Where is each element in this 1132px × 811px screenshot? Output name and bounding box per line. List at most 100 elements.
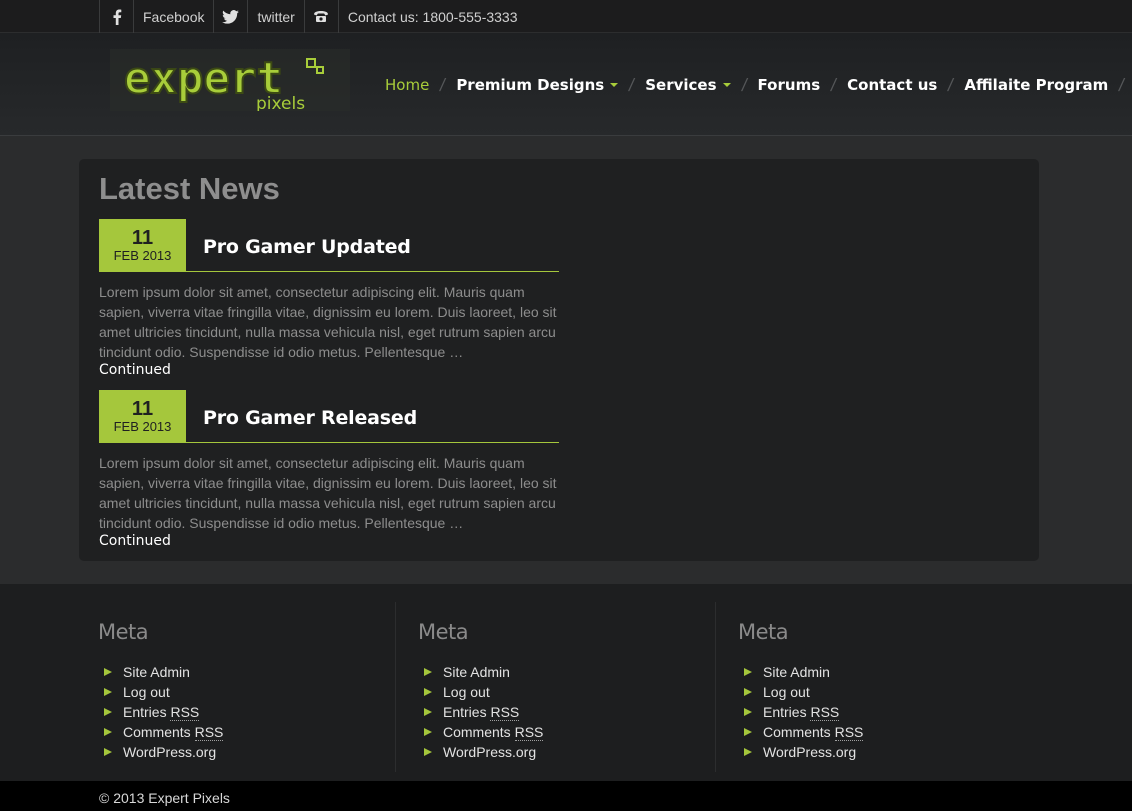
list-item[interactable]: Comments RSS — [744, 722, 864, 742]
comments-rss-link[interactable]: Comments — [443, 724, 511, 740]
rss-abbr: RSS — [194, 723, 224, 741]
twitter-icon[interactable] — [213, 0, 247, 33]
nav-divider: / — [829, 74, 838, 95]
main-navigation: Home / Premium Designs / Services / Foru… — [380, 73, 1130, 97]
list-item: Site Admin — [104, 662, 223, 682]
nav-contact-us[interactable]: Contact us — [842, 76, 942, 94]
list-item[interactable]: Entries RSS — [424, 702, 543, 722]
log-out-link[interactable]: Log out — [443, 684, 490, 700]
site-logo[interactable]: expert pixels — [110, 49, 350, 114]
rss-abbr: RSS — [810, 703, 840, 721]
contact-phone: Contact us: 1800-555-3333 — [337, 0, 527, 33]
meta-list: Site Admin Log out Entries RSS Comments … — [744, 662, 864, 762]
bullet-arrow-icon — [424, 688, 432, 696]
site-admin-link[interactable]: Site Admin — [123, 664, 190, 680]
footer-widgets: Meta Site Admin Log out Entries RSS Comm… — [0, 584, 1132, 781]
post-title-link[interactable]: Pro Gamer Released — [203, 407, 417, 429]
list-item: Log out — [424, 682, 543, 702]
bullet-arrow-icon — [744, 728, 752, 736]
bullet-arrow-icon — [424, 728, 432, 736]
list-item[interactable]: Comments RSS — [104, 722, 224, 742]
post-month: FEB 2013 — [113, 248, 172, 263]
copyright-bar: © 2013 Expert Pixels — [0, 781, 1132, 811]
facebook-link[interactable]: Facebook — [133, 0, 213, 33]
site-header: expert pixels Home / Premium Designs / S… — [0, 33, 1132, 136]
list-item: Site Admin — [424, 662, 543, 682]
nav-divider: / — [627, 74, 637, 95]
nav-divider: / — [739, 74, 749, 95]
list-item[interactable]: Entries RSS — [104, 702, 223, 722]
social-links: Facebook twitter Contact us: 1800-555-33… — [99, 0, 527, 33]
rss-abbr: RSS — [490, 703, 520, 721]
wordpress-link[interactable]: WordPress.org — [443, 744, 536, 760]
bullet-arrow-icon — [744, 688, 752, 696]
bullet-arrow-icon — [424, 668, 432, 676]
bullet-arrow-icon — [744, 708, 752, 716]
post-date-badge: 11 FEB 2013 — [99, 390, 186, 443]
caret-down-icon — [610, 83, 619, 87]
nav-home[interactable]: Home — [380, 76, 434, 94]
nav-divider: / — [438, 74, 448, 95]
list-item: WordPress.org — [744, 742, 863, 762]
post-title-underline — [186, 271, 559, 272]
bullet-arrow-icon — [104, 748, 112, 756]
bullet-arrow-icon — [104, 728, 112, 736]
log-out-link[interactable]: Log out — [123, 684, 170, 700]
entries-rss-link[interactable]: Entries — [123, 704, 167, 720]
top-bar: Facebook twitter Contact us: 1800-555-33… — [0, 0, 1132, 33]
svg-text:pixels: pixels — [256, 94, 305, 111]
log-out-link[interactable]: Log out — [763, 684, 810, 700]
page-title: Latest News — [99, 171, 280, 206]
caret-down-icon — [722, 83, 731, 87]
nav-affiliate-program[interactable]: Affilaite Program — [959, 76, 1113, 94]
continued-link[interactable]: Continued — [99, 362, 171, 378]
list-item: WordPress.org — [424, 742, 543, 762]
post-day: 11 — [131, 227, 154, 249]
footer-widget-meta: Meta Site Admin Log out Entries RSS Comm… — [738, 602, 1036, 772]
bullet-arrow-icon — [104, 688, 112, 696]
bullet-arrow-icon — [744, 668, 752, 676]
nav-divider: / — [946, 74, 956, 95]
list-item[interactable]: Entries RSS — [744, 702, 863, 722]
site-admin-link[interactable]: Site Admin — [763, 664, 830, 680]
comments-rss-link[interactable]: Comments — [763, 724, 831, 740]
rss-abbr: RSS — [834, 723, 864, 741]
nav-services[interactable]: Services — [640, 76, 735, 94]
twitter-link[interactable]: twitter — [247, 0, 303, 33]
rss-abbr: RSS — [514, 723, 544, 741]
bullet-arrow-icon — [744, 748, 752, 756]
list-item[interactable]: Comments RSS — [424, 722, 544, 742]
post-month: FEB 2013 — [113, 419, 172, 434]
footer-widget-meta: Meta Site Admin Log out Entries RSS Comm… — [418, 602, 716, 772]
bullet-arrow-icon — [104, 708, 112, 716]
latest-news-panel: Latest News 11 FEB 2013 Pro Gamer Update… — [79, 159, 1039, 561]
post-excerpt: Lorem ipsum dolor sit amet, consectetur … — [99, 284, 557, 360]
facebook-icon[interactable] — [99, 0, 133, 33]
post-excerpt: Lorem ipsum dolor sit amet, consectetur … — [99, 455, 557, 531]
rss-abbr: RSS — [170, 703, 200, 721]
widget-title: Meta — [738, 620, 789, 644]
site-admin-link[interactable]: Site Admin — [443, 664, 510, 680]
nav-premium-label: Premium Designs — [456, 76, 605, 94]
nav-services-label: Services — [645, 76, 717, 94]
footer-widget-meta: Meta Site Admin Log out Entries RSS Comm… — [98, 602, 396, 772]
post-date-badge: 11 FEB 2013 — [99, 219, 186, 272]
post-title-link[interactable]: Pro Gamer Updated — [203, 236, 411, 258]
nav-premium-designs[interactable]: Premium Designs — [451, 76, 623, 94]
post-title-underline — [186, 442, 559, 443]
widget-title: Meta — [418, 620, 469, 644]
wordpress-link[interactable]: WordPress.org — [763, 744, 856, 760]
wordpress-link[interactable]: WordPress.org — [123, 744, 216, 760]
continued-link[interactable]: Continued — [99, 533, 171, 549]
entries-rss-link[interactable]: Entries — [763, 704, 807, 720]
nav-forums[interactable]: Forums — [753, 76, 826, 94]
comments-rss-link[interactable]: Comments — [123, 724, 191, 740]
phone-icon — [303, 0, 338, 33]
list-item: Site Admin — [744, 662, 863, 682]
entries-rss-link[interactable]: Entries — [443, 704, 487, 720]
widget-title: Meta — [98, 620, 149, 644]
meta-list: Site Admin Log out Entries RSS Comments … — [424, 662, 544, 762]
bullet-arrow-icon — [424, 708, 432, 716]
nav-divider: / — [1117, 74, 1127, 95]
list-item: WordPress.org — [104, 742, 223, 762]
